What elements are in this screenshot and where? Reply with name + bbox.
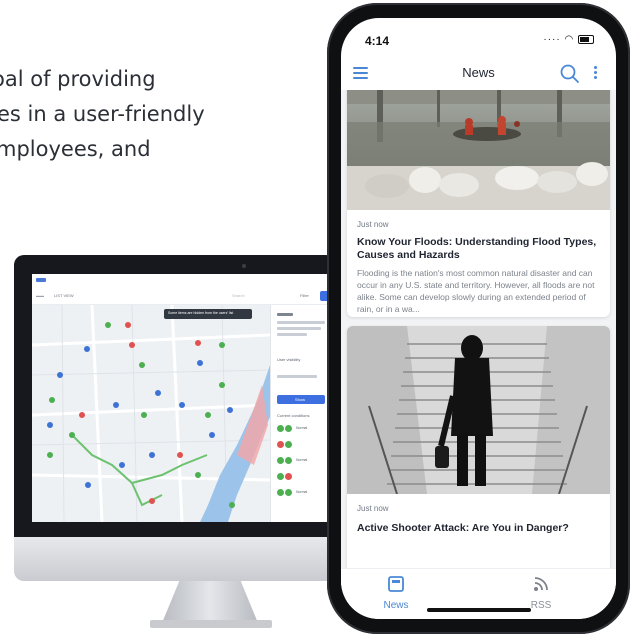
intro-line: oal of providing [0, 67, 156, 91]
status-dot [277, 473, 284, 480]
news-feed[interactable]: Just now Know Your Floods: Understanding… [341, 90, 616, 568]
status-time: 4:14 [365, 34, 390, 48]
map-tooltip: Some items are hidden from the users' li… [168, 311, 234, 315]
home-indicator[interactable] [427, 608, 531, 612]
stairs-image [347, 326, 610, 494]
user-visibility-label: User visibility [277, 357, 301, 362]
news-card[interactable]: Just now Active Shooter Attack: Are You … [347, 326, 610, 568]
news-icon [388, 576, 404, 592]
monitor-chin [14, 537, 336, 581]
status-dot [285, 425, 292, 432]
desktop-monitor: ▬▬ LIST VIEW Search Filter Some items ar… [14, 255, 336, 537]
filter-button[interactable]: Filter [300, 293, 309, 298]
app-bar: News [341, 58, 616, 90]
wifi-icon: ◠ [564, 34, 575, 45]
monitor-base [150, 620, 272, 628]
intro-text: oal of providing es in a user-friendly m… [0, 62, 340, 167]
status-dot [277, 457, 284, 464]
status-dot [277, 489, 284, 496]
current-conditions-label: Current conditions [277, 413, 310, 418]
monitor-stand [162, 581, 258, 623]
panel-heading [277, 313, 293, 316]
condition-label: Normal [296, 458, 308, 462]
status-icons: ···· ◠ [543, 34, 594, 45]
condition-label: Normal [296, 490, 308, 494]
desktop-topbar [32, 274, 332, 289]
search-input[interactable]: Search [232, 293, 245, 298]
tab-news-label: News [383, 600, 409, 611]
rss-icon [534, 577, 548, 591]
article-time: Just now [357, 504, 389, 513]
article-time: Just now [357, 220, 389, 229]
status-bar: 4:14 ···· ◠ [341, 18, 616, 58]
map-canvas [32, 304, 271, 522]
tab-rss[interactable]: RSS [501, 575, 581, 611]
phone-screen: 4:14 ···· ◠ News Just now Know Your Floo… [341, 18, 616, 619]
signal-icon: ···· [543, 34, 561, 45]
desktop-toolbar: ▬▬ LIST VIEW Search Filter [32, 288, 332, 305]
details-panel: User visibility Show Current conditions … [270, 305, 332, 522]
flood-image [347, 90, 610, 210]
map-view[interactable]: Some items are hidden from the users' li… [32, 304, 271, 522]
article-title[interactable]: Active Shooter Attack: Are You in Danger… [357, 522, 600, 535]
status-dot [285, 441, 292, 448]
intro-line: es in a user-friendly [0, 102, 205, 126]
status-dot [285, 489, 292, 496]
article-excerpt: Flooding is the nation's most common nat… [357, 268, 595, 314]
tab-map-view[interactable]: ▬▬ [36, 293, 44, 298]
condition-label: Normal [296, 426, 308, 430]
phone-device: 4:14 ···· ◠ News Just now Know Your Floo… [327, 3, 630, 634]
battery-icon [578, 34, 594, 44]
camera-dot [242, 264, 246, 268]
news-card[interactable]: Just now Know Your Floods: Understanding… [347, 90, 610, 317]
status-dot [285, 473, 292, 480]
tab-news[interactable]: News [356, 575, 436, 611]
more-options-icon[interactable] [591, 66, 599, 82]
search-icon[interactable] [559, 63, 581, 85]
desktop-screen: ▬▬ LIST VIEW Search Filter Some items ar… [32, 274, 332, 522]
status-dot [285, 457, 292, 464]
show-button[interactable]: Show [277, 395, 325, 404]
status-dot [277, 441, 284, 448]
intro-line: mployees, and [0, 137, 151, 161]
app-logo-icon [36, 278, 46, 282]
article-title[interactable]: Know Your Floods: Understanding Flood Ty… [357, 236, 600, 262]
status-dot [277, 425, 284, 432]
tab-list-view[interactable]: LIST VIEW [54, 293, 74, 298]
